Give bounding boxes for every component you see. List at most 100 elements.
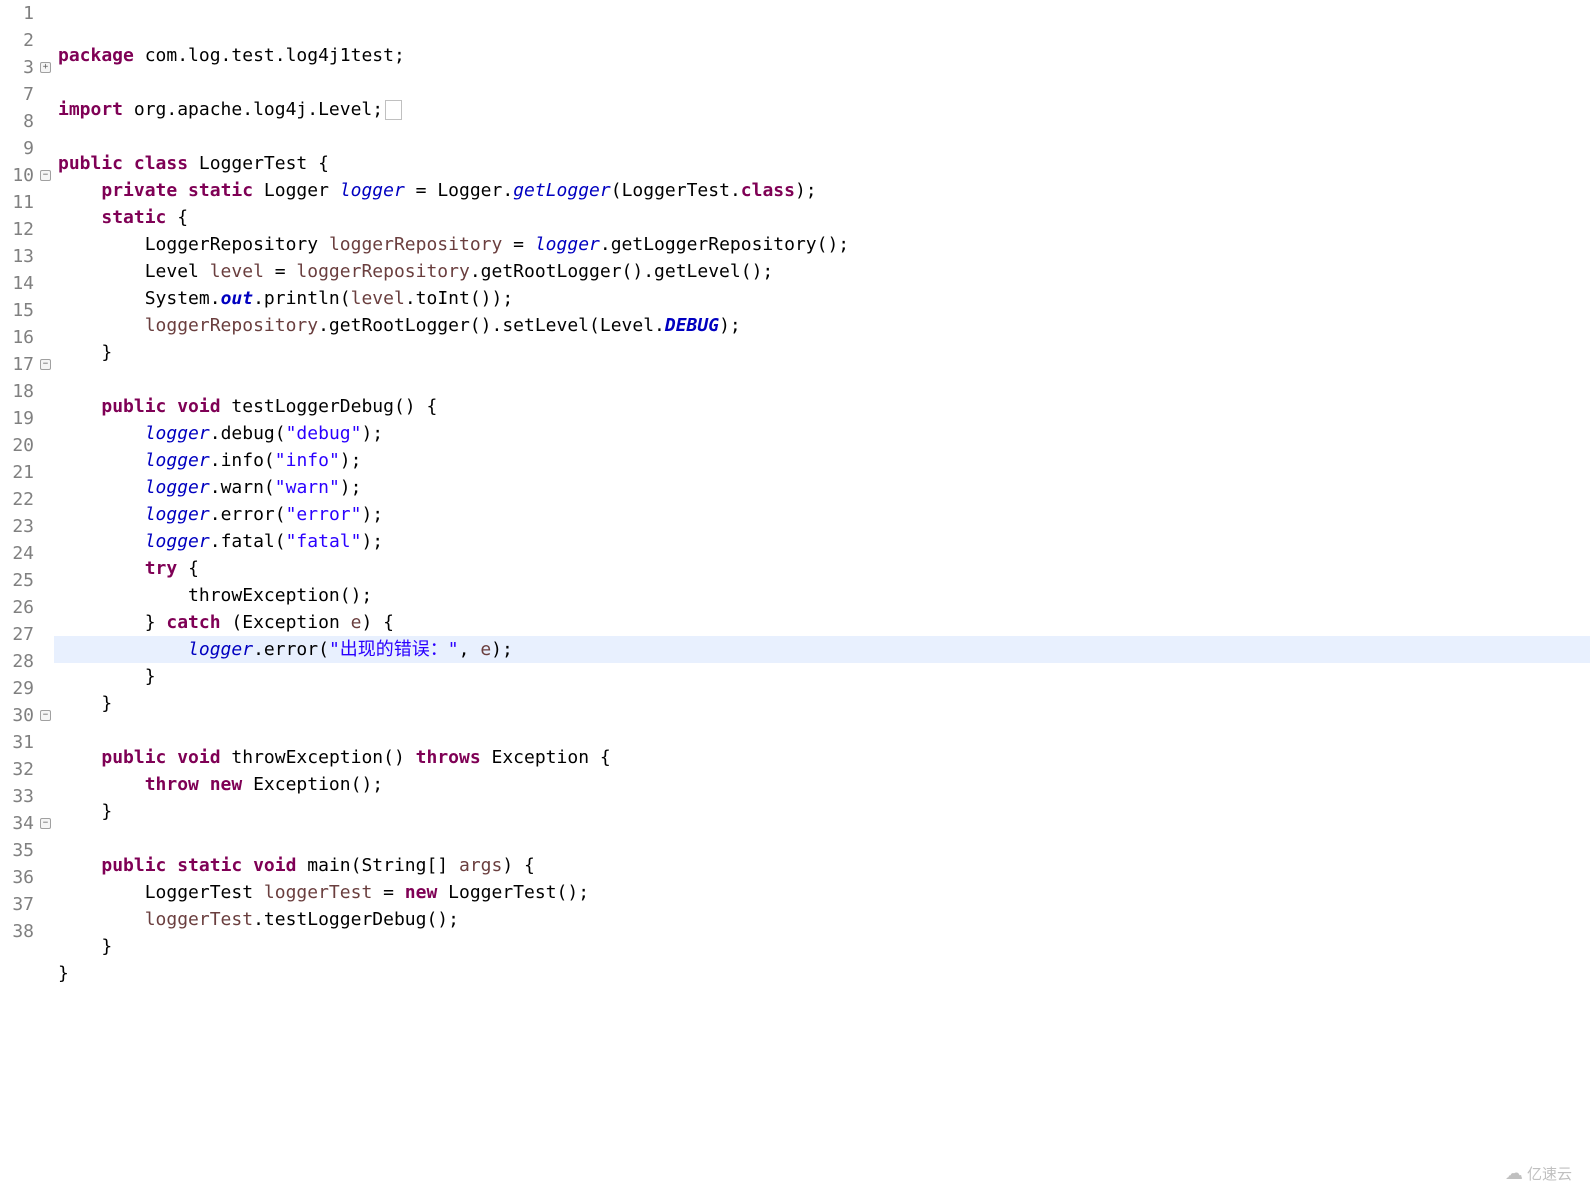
line-number: 36 (0, 864, 38, 891)
code-line[interactable]: throw new Exception(); (54, 771, 1590, 798)
code-token: .getLoggerRepository(); (600, 234, 849, 255)
code-token: } (58, 612, 166, 633)
line-number: 10 (0, 162, 38, 189)
code-line[interactable]: import org.apache.log4j.Level; (54, 96, 1590, 123)
line-number: 33 (0, 783, 38, 810)
code-token: loggerTest (264, 882, 372, 903)
code-line[interactable]: loggerTest.testLoggerDebug(); (54, 906, 1590, 933)
code-line[interactable] (54, 825, 1590, 852)
code-line[interactable]: logger.error("出现的错误：", e); (54, 636, 1590, 663)
code-token: ) { (502, 855, 535, 876)
code-token (58, 450, 145, 471)
code-line[interactable]: loggerRepository.getRootLogger().setLeve… (54, 312, 1590, 339)
line-number: 34 (0, 810, 38, 837)
code-token: } (58, 693, 112, 714)
code-line[interactable] (54, 366, 1590, 393)
code-token: loggerRepository (296, 261, 469, 282)
code-line[interactable]: } (54, 960, 1590, 987)
code-token: throws (416, 747, 492, 768)
code-token: private static (101, 180, 264, 201)
watermark-icon: ☁ (1505, 1163, 1523, 1184)
code-token: .warn( (210, 477, 275, 498)
code-line[interactable]: public static void main(String[] args) { (54, 852, 1590, 879)
code-token: .fatal( (210, 531, 286, 552)
code-line[interactable]: System.out.println(level.toInt()); (54, 285, 1590, 312)
line-number: 7 (0, 81, 38, 108)
code-line[interactable] (54, 69, 1590, 96)
code-token: Exception(); (253, 774, 383, 795)
fold-collapse-icon[interactable] (40, 170, 51, 181)
code-token: ); (719, 315, 741, 336)
code-token: com.log.test.log4j1test; (145, 45, 405, 66)
code-token: throwException() (231, 747, 415, 768)
code-token: LoggerTest { (199, 153, 329, 174)
code-line[interactable]: } (54, 339, 1590, 366)
code-token: .error( (253, 639, 329, 660)
code-line[interactable]: public class LoggerTest { (54, 150, 1590, 177)
code-token: DEBUG (665, 315, 719, 336)
code-token: logger (535, 234, 600, 255)
code-token: (LoggerTest. (611, 180, 741, 201)
code-token: "fatal" (286, 531, 362, 552)
code-token (58, 180, 101, 201)
code-line[interactable]: public void throwException() throws Exce… (54, 744, 1590, 771)
code-token: logger (145, 504, 210, 525)
code-token: (Exception (231, 612, 350, 633)
code-token: .println( (253, 288, 351, 309)
code-token: = (372, 882, 405, 903)
code-line[interactable]: Level level = loggerRepository.getRootLo… (54, 258, 1590, 285)
fold-collapse-icon[interactable] (40, 818, 51, 829)
collapsed-imports-box[interactable] (385, 100, 401, 120)
code-token: ); (361, 504, 383, 525)
code-line[interactable]: logger.fatal("fatal"); (54, 528, 1590, 555)
line-number: 19 (0, 405, 38, 432)
code-line[interactable]: private static Logger logger = Logger.ge… (54, 177, 1590, 204)
code-line[interactable]: throwException(); (54, 582, 1590, 609)
fold-expand-icon[interactable] (40, 62, 51, 73)
line-number: 37 (0, 891, 38, 918)
code-line[interactable]: logger.debug("debug"); (54, 420, 1590, 447)
code-line[interactable] (54, 123, 1590, 150)
code-token: logger (340, 180, 405, 201)
code-line[interactable]: } (54, 690, 1590, 717)
code-token: Level (58, 261, 210, 282)
code-line[interactable] (54, 717, 1590, 744)
code-line[interactable]: package com.log.test.log4j1test; (54, 42, 1590, 69)
code-line[interactable]: static { (54, 204, 1590, 231)
line-number: 24 (0, 540, 38, 567)
code-token: { (188, 558, 199, 579)
line-number: 29 (0, 675, 38, 702)
code-line[interactable]: public void testLoggerDebug() { (54, 393, 1590, 420)
code-token: .info( (210, 450, 275, 471)
code-token (58, 558, 145, 579)
code-line[interactable]: LoggerRepository loggerRepository = logg… (54, 231, 1590, 258)
code-editor-area[interactable]: package com.log.test.log4j1test; import o… (54, 0, 1590, 1196)
code-token (58, 477, 145, 498)
line-number: 3 (0, 54, 38, 81)
code-token (58, 747, 101, 768)
code-token (58, 423, 145, 444)
code-line[interactable]: } (54, 933, 1590, 960)
code-line[interactable]: logger.warn("warn"); (54, 474, 1590, 501)
code-token: logger (145, 477, 210, 498)
fold-collapse-icon[interactable] (40, 710, 51, 721)
code-line[interactable]: } (54, 798, 1590, 825)
line-number: 22 (0, 486, 38, 513)
code-token: getLogger (513, 180, 611, 201)
code-line[interactable]: } catch (Exception e) { (54, 609, 1590, 636)
code-token: logger (188, 639, 253, 660)
code-line[interactable]: logger.error("error"); (54, 501, 1590, 528)
code-line[interactable]: LoggerTest loggerTest = new LoggerTest()… (54, 879, 1590, 906)
code-token: loggerRepository (329, 234, 502, 255)
fold-collapse-icon[interactable] (40, 359, 51, 370)
code-token: .getRootLogger().setLevel(Level. (318, 315, 665, 336)
line-number: 13 (0, 243, 38, 270)
code-token: } (58, 666, 156, 687)
code-token: Logger (264, 180, 340, 201)
code-token: LoggerTest (58, 882, 264, 903)
code-line[interactable]: } (54, 663, 1590, 690)
code-token: public void (101, 747, 231, 768)
code-token: new (405, 882, 448, 903)
code-line[interactable]: try { (54, 555, 1590, 582)
code-line[interactable]: logger.info("info"); (54, 447, 1590, 474)
